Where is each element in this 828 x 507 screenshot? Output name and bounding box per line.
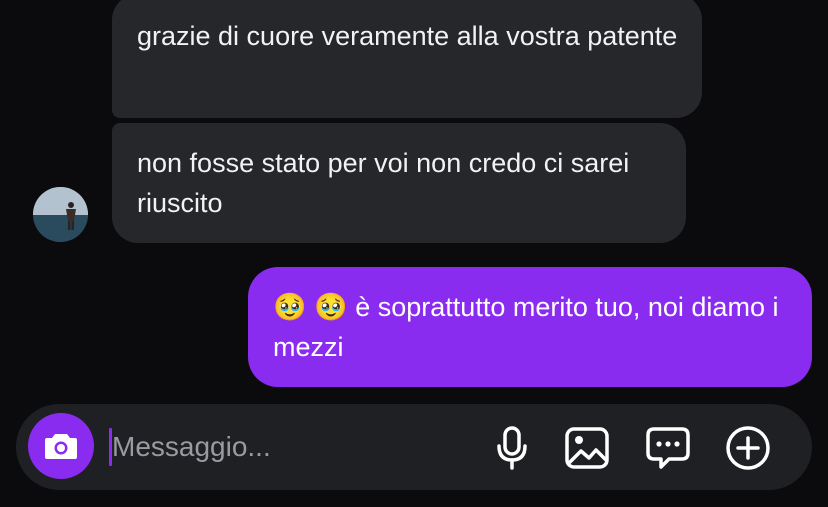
more-options-button[interactable] xyxy=(724,424,772,472)
chat-thread: grazie di cuore veramente alla vostra pa… xyxy=(0,0,828,507)
gallery-button[interactable] xyxy=(563,424,611,472)
message-bubble-incoming[interactable]: grazie di cuore veramente alla vostra pa… xyxy=(112,0,702,118)
sender-avatar[interactable] xyxy=(33,187,88,242)
message-bubble-outgoing[interactable]: 🥹 🥹 è soprattutto merito tuo, noi diamo … xyxy=(248,267,812,387)
avatar-photo xyxy=(33,187,88,242)
message-text: 🥹 🥹 è soprattutto merito tuo, noi diamo … xyxy=(273,292,779,362)
message-text: non fosse stato per voi non credo ci sar… xyxy=(137,148,630,218)
chat-bubble-icon xyxy=(646,427,690,469)
camera-button[interactable] xyxy=(28,413,94,479)
camera-icon xyxy=(45,434,77,459)
image-icon xyxy=(565,427,609,469)
message-text: grazie di cuore veramente alla vostra pa… xyxy=(137,21,678,51)
message-input[interactable] xyxy=(112,425,472,469)
microphone-icon xyxy=(497,426,527,470)
message-bubble-incoming[interactable]: non fosse stato per voi non credo ci sar… xyxy=(112,123,686,243)
message-composer xyxy=(16,404,812,490)
plus-circle-icon xyxy=(726,426,770,470)
voice-message-button[interactable] xyxy=(488,424,536,472)
sticker-button[interactable] xyxy=(644,424,692,472)
